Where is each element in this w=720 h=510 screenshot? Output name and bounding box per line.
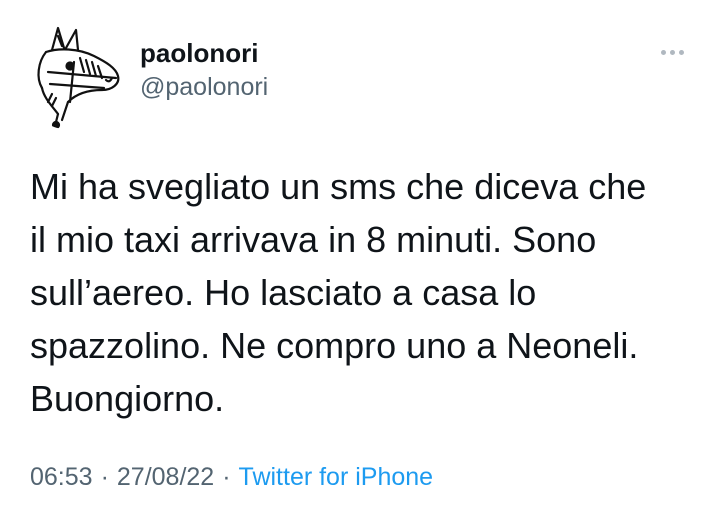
tweet-text: Mi ha svegliato un sms che diceva che il… <box>30 160 710 425</box>
tweet-line: Buongiorno. <box>30 378 225 419</box>
avatar[interactable] <box>18 22 126 130</box>
tweet-line: spazzolino. Ne compro uno a Neoneli. <box>30 325 639 366</box>
meta-separator: · <box>100 463 109 491</box>
donkey-head-sketch-icon <box>37 26 120 130</box>
more-options-button[interactable] <box>652 40 692 64</box>
tweet: paolonori @paolonori Mi ha svegliato un … <box>0 0 720 510</box>
meta-separator: · <box>222 463 231 491</box>
tweet-source-link[interactable]: Twitter for iPhone <box>239 463 434 491</box>
user-handle[interactable]: @paolonori <box>140 72 268 102</box>
more-dot <box>678 49 684 55</box>
tweet-line: sull’aereo. Ho lasciato a casa lo <box>30 272 537 313</box>
tweet-line: il mio taxi arrivava in 8 minuti. Sono <box>30 219 597 260</box>
user-info: paolonori @paolonori <box>140 38 268 102</box>
more-dot <box>669 49 675 55</box>
tweet-date[interactable]: 27/08/22 <box>117 463 214 491</box>
tweet-time[interactable]: 06:53 <box>30 463 93 491</box>
more-dots-icon <box>660 49 666 55</box>
display-name[interactable]: paolonori <box>140 38 268 68</box>
tweet-meta: 06:53 · 27/08/22 · Twitter for iPhone <box>30 462 433 492</box>
tweet-line: Mi ha svegliato un sms che diceva che <box>30 166 647 207</box>
